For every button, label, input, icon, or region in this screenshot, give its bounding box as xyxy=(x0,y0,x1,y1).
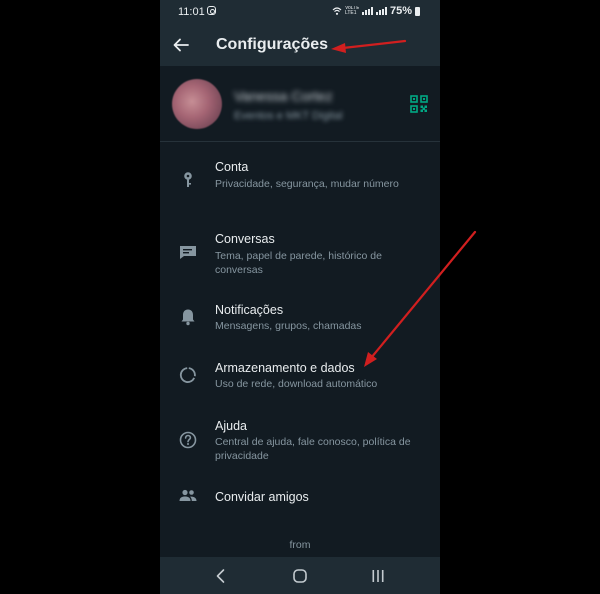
settings-item-subtitle: Tema, papel de parede, histórico de conv… xyxy=(215,250,382,276)
app-header: Configurações xyxy=(160,24,440,66)
settings-item-help[interactable]: Ajuda Central de ajuda, fale conosco, po… xyxy=(160,410,440,474)
signal-strength-icon xyxy=(361,7,373,15)
settings-item-subtitle: Privacidade, segurança, mudar número xyxy=(215,178,399,190)
data-usage-icon xyxy=(179,367,196,383)
settings-item-chats[interactable]: Conversas Tema, papel de parede, históri… xyxy=(160,222,440,286)
nav-home-icon[interactable] xyxy=(291,567,309,585)
navigation-bar xyxy=(160,557,440,594)
profile-name: Vanessa Cortez xyxy=(234,88,333,104)
status-indicators: VoLTE LTE1 75% xyxy=(332,5,420,17)
settings-item-title: Conta xyxy=(215,160,249,174)
profile-row[interactable]: Vanessa Cortez Eventos e MKT Digital xyxy=(160,66,440,142)
back-arrow-icon[interactable] xyxy=(172,36,190,54)
wifi-icon xyxy=(332,7,342,15)
instagram-notification-icon xyxy=(207,6,216,15)
settings-item-title: Armazenamento e dados xyxy=(215,361,355,375)
settings-item-title: Ajuda xyxy=(215,419,247,433)
qr-code-icon[interactable] xyxy=(410,95,428,113)
settings-item-storage-data[interactable]: Armazenamento e dados Uso de rede, downl… xyxy=(160,352,440,408)
settings-item-subtitle: Uso de rede, download automático xyxy=(215,378,378,390)
profile-about: Eventos e MKT Digital xyxy=(234,110,343,122)
settings-item-title: Notificações xyxy=(215,303,284,317)
nav-back-icon[interactable] xyxy=(212,567,230,585)
settings-item-account[interactable]: Conta Privacidade, segurança, mudar núme… xyxy=(160,150,440,214)
network-type-label: VoLTE LTE1 xyxy=(344,6,359,16)
settings-item-invite-friends[interactable]: Convidar amigos xyxy=(160,478,440,518)
battery-level: 75% xyxy=(389,5,412,17)
settings-item-subtitle: Central de ajuda, fale conosco, política… xyxy=(215,436,411,462)
settings-item-subtitle: Mensagens, grupos, chamadas xyxy=(215,320,362,332)
settings-item-title: Conversas xyxy=(215,232,275,246)
phone-screen: 11:01 VoLTE LTE1 75% Configurações Vanes… xyxy=(160,0,440,594)
page-title: Configurações xyxy=(216,36,329,53)
nav-recents-icon[interactable] xyxy=(369,567,387,585)
settings-item-title: Convidar amigos xyxy=(215,490,309,504)
settings-item-notifications[interactable]: Notificações Mensagens, grupos, chamadas xyxy=(160,294,440,350)
battery-icon xyxy=(415,6,420,16)
status-time: 11:01 xyxy=(178,6,205,18)
signal-strength-icon-2 xyxy=(375,7,387,15)
help-icon xyxy=(179,431,197,449)
key-icon xyxy=(184,172,192,187)
from-label: from xyxy=(289,539,311,551)
chat-icon xyxy=(180,246,196,259)
bell-icon xyxy=(181,309,195,326)
avatar[interactable] xyxy=(172,79,222,129)
status-bar: 11:01 VoLTE LTE1 75% xyxy=(160,0,440,24)
people-icon xyxy=(179,489,197,501)
